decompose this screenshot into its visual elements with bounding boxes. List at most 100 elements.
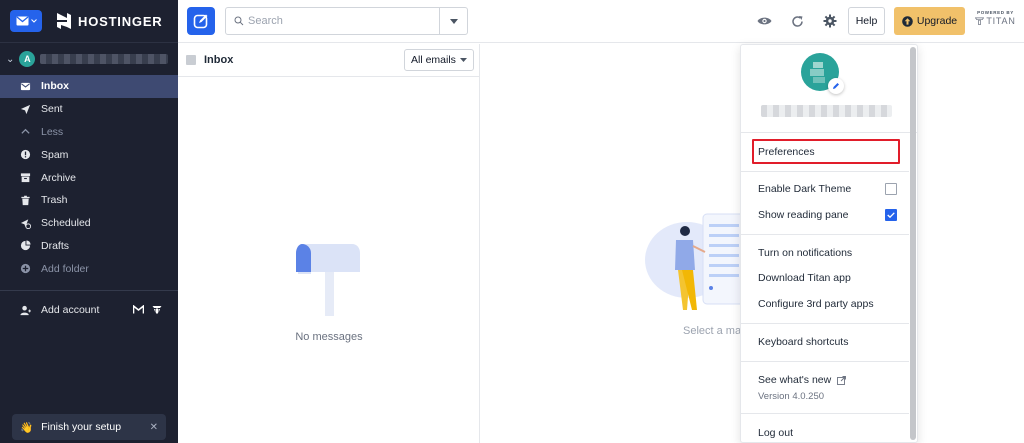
spam-icon [20,150,31,160]
compose-button[interactable] [187,7,215,35]
menu-item-preferences[interactable]: Preferences [758,146,815,158]
account-row[interactable]: ⌄ A [0,43,178,75]
upgrade-arrow-icon [902,15,913,27]
caret-down-icon [449,18,458,24]
search-icon [234,16,244,26]
chevron-up-icon [21,129,30,135]
empty-mailbox-illustration [296,244,360,316]
menu-item-whats-new[interactable]: See what's new [758,374,847,386]
refresh-button[interactable] [789,13,805,29]
folder-sent[interactable]: Sent [0,98,178,121]
powered-by-label: POWERED BY [977,10,1014,15]
eye-icon [757,17,771,25]
menu-divider [741,171,909,172]
folder-spam[interactable]: Spam [0,143,178,166]
compose-icon [193,14,208,29]
upgrade-label: Upgrade [916,15,958,27]
folder-add[interactable]: Add folder [0,257,178,280]
menu-divider [741,323,909,324]
folder-label: Add folder [41,262,89,275]
folder-less[interactable]: Less [0,121,178,144]
eye-button[interactable] [756,13,772,29]
account-email-redacted [40,54,169,64]
chevron-down-icon [30,19,37,23]
finish-setup-label: Finish your setup [41,421,122,433]
folder-archive[interactable]: Archive [0,166,178,189]
titan-brand: TITAN [973,16,1018,26]
app-version: Version 4.0.250 [758,391,825,402]
refresh-icon [791,15,803,27]
whats-new-label: See what's new [758,374,832,386]
menu-item-reading-pane[interactable]: Show reading pane [758,209,849,221]
settings-button[interactable] [822,13,838,29]
menu-divider [741,234,909,235]
menu-item-third-party[interactable]: Configure 3rd party apps [758,298,874,310]
folder-label: Inbox [41,80,69,93]
archive-icon [20,173,31,183]
trash-icon [21,195,30,205]
menu-scrollbar[interactable] [910,47,916,440]
pencil-icon [833,83,839,89]
add-user-icon [20,305,31,315]
gmail-icon[interactable] [133,305,144,314]
add-folder-icon [20,264,31,274]
folder-label: Trash [41,194,68,207]
menu-item-download-app[interactable]: Download Titan app [758,272,851,284]
menu-item-logout[interactable]: Log out [758,427,793,439]
menu-divider [741,361,909,362]
folder-label: Archive [41,171,77,184]
folder-inbox[interactable]: Inbox [0,75,178,98]
close-icon[interactable]: ✕ [150,422,158,433]
folder-label: Drafts [41,239,70,252]
reading-pane-checkbox[interactable] [885,209,897,221]
select-message-text: Select a ma [683,325,742,337]
send-icon [20,104,31,114]
folder-drafts[interactable]: Drafts [0,235,178,258]
email-filter-dropdown[interactable]: All emails [404,49,474,71]
menu-item-notifications[interactable]: Turn on notifications [758,247,852,259]
add-account-button[interactable]: Add account [0,299,178,321]
settings-dropdown-menu: Preferences Enable Dark Theme Show readi… [740,44,918,443]
menu-item-dark-theme[interactable]: Enable Dark Theme [758,183,851,195]
app-switcher-button[interactable] [10,10,42,32]
scheduled-icon [20,219,31,229]
filter-label: All emails [411,54,456,66]
account-avatar: A [19,51,36,67]
message-list-header: Inbox All emails [178,44,479,77]
dark-theme-checkbox[interactable] [885,183,897,195]
inbox-icon [20,82,31,91]
menu-item-shortcuts[interactable]: Keyboard shortcuts [758,336,848,348]
upgrade-button[interactable]: Upgrade [894,7,965,35]
list-title: Inbox [204,54,234,66]
search-bar [225,7,468,35]
sidebar: HOSTINGER ⌄ A Inbox Sent Less Spam Archi… [0,0,178,443]
brand-name: HOSTINGER [78,13,163,29]
menu-divider [741,413,909,414]
edit-avatar-button[interactable] [828,78,844,94]
help-button[interactable]: Help [848,7,885,35]
external-link-icon [837,375,847,385]
select-all-checkbox[interactable] [186,55,196,65]
account-provider-icons [133,305,162,315]
titan-brand-label: TITAN [986,16,1016,26]
menu-profile-section [741,45,917,133]
titan-icon[interactable] [152,305,162,315]
titan-logo-icon [975,17,985,25]
chevron-down-icon[interactable]: ⌄ [6,54,14,65]
profile-email-redacted [761,105,892,117]
no-messages-text: No messages [295,331,363,343]
folder-label: Less [41,125,64,138]
folder-label: Sent [41,103,63,116]
search-input[interactable] [244,8,439,34]
powered-by-titan: POWERED BY TITAN [973,10,1018,26]
folder-scheduled[interactable]: Scheduled [0,212,178,235]
search-options-button[interactable] [439,8,467,34]
brand: HOSTINGER [56,12,162,30]
checkmark-icon [887,212,895,218]
mail-icon [16,16,28,26]
sidebar-header: HOSTINGER [0,0,178,43]
finish-setup-banner[interactable]: 👋 Finish your setup ✕ [12,414,166,440]
folder-trash[interactable]: Trash [0,189,178,212]
wave-hand-icon: 👋 [20,421,34,434]
folder-list: Inbox Sent Less Spam Archive Trash Sched… [0,75,178,280]
